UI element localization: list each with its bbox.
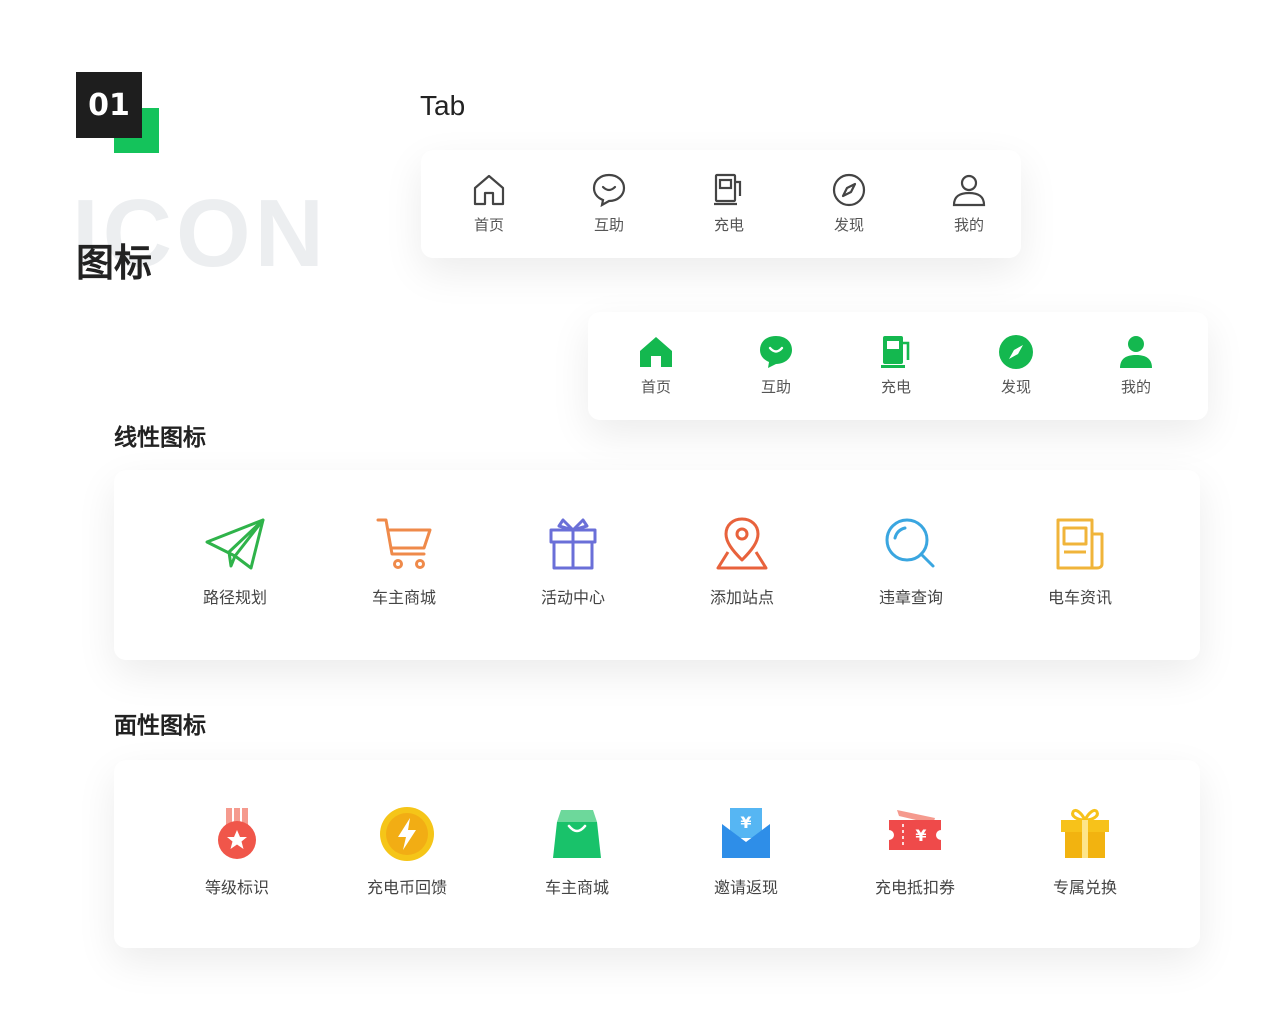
filled-item-coupon[interactable]: ¥ 充电抵扣券 bbox=[850, 806, 980, 898]
tab-label: 互助 bbox=[760, 378, 791, 396]
linear-item-route[interactable]: 路径规划 bbox=[170, 516, 300, 608]
tab-label: 充电 bbox=[713, 216, 744, 234]
tab-label: 发现 bbox=[1000, 378, 1031, 396]
item-label: 等级标识 bbox=[204, 878, 269, 897]
filled-icons-title: 面性图标 bbox=[114, 713, 206, 739]
linear-item-add-station[interactable]: 添加站点 bbox=[677, 516, 807, 608]
section-number: 01 bbox=[76, 72, 142, 138]
user-icon bbox=[952, 174, 986, 207]
medal-icon bbox=[218, 808, 256, 859]
filled-item-coin[interactable]: 充电币回馈 bbox=[342, 806, 472, 898]
tab-label: 充电 bbox=[880, 378, 911, 396]
home-icon bbox=[473, 174, 505, 206]
newspaper-icon bbox=[1056, 518, 1104, 570]
linear-icons-card: 路径规划 车主商城 活动中心 添加站点 违章查询 电车资讯 bbox=[114, 470, 1200, 660]
linear-icons-title: 线性图标 bbox=[114, 425, 206, 451]
fuel-pump-icon bbox=[714, 173, 742, 206]
tab-label: 首页 bbox=[473, 216, 504, 234]
yuan-envelope-icon: ¥ bbox=[722, 808, 770, 858]
item-label: 车主商城 bbox=[544, 878, 609, 897]
item-label: 充电币回馈 bbox=[366, 878, 447, 897]
item-label: 电车资讯 bbox=[1047, 588, 1112, 607]
svg-text:¥: ¥ bbox=[915, 826, 926, 845]
tab-profile[interactable]: 我的 bbox=[1096, 334, 1176, 397]
item-label: 专属兑换 bbox=[1052, 878, 1117, 897]
map-pin-icon bbox=[716, 517, 768, 570]
tab-help[interactable]: 互助 bbox=[736, 334, 816, 397]
tab-label: 我的 bbox=[1120, 378, 1151, 396]
search-icon bbox=[885, 518, 935, 568]
linear-item-shop[interactable]: 车主商城 bbox=[339, 516, 469, 608]
filled-item-invite[interactable]: ¥ 邀请返现 bbox=[681, 806, 811, 898]
item-label: 路径规划 bbox=[202, 588, 267, 607]
tab-label: 首页 bbox=[640, 378, 671, 396]
linear-item-news[interactable]: 电车资讯 bbox=[1015, 516, 1145, 608]
compass-icon bbox=[999, 335, 1033, 369]
filled-icons-card: 等级标识 充电币回馈 车主商城 ¥ 邀请返现 ¥ 充电抵扣券 专属兑换 bbox=[114, 760, 1200, 948]
chat-smile-icon bbox=[760, 336, 792, 368]
tab-charge[interactable]: 充电 bbox=[856, 334, 936, 397]
item-label: 邀请返现 bbox=[713, 878, 778, 897]
tab-label: 我的 bbox=[953, 216, 984, 234]
tab-heading: Tab bbox=[420, 90, 466, 121]
item-label: 违章查询 bbox=[878, 588, 943, 607]
gift-icon bbox=[549, 518, 597, 570]
linear-item-activity[interactable]: 活动中心 bbox=[508, 516, 638, 608]
tab-charge[interactable]: 充电 bbox=[689, 172, 769, 235]
compass-icon bbox=[832, 173, 866, 207]
tab-label: 互助 bbox=[593, 216, 624, 234]
tab-help[interactable]: 互助 bbox=[569, 172, 649, 235]
svg-text:¥: ¥ bbox=[740, 813, 751, 832]
linear-item-violation[interactable]: 违章查询 bbox=[846, 516, 976, 608]
item-label: 添加站点 bbox=[709, 588, 774, 607]
tab-home[interactable]: 首页 bbox=[449, 172, 529, 235]
filled-item-exchange[interactable]: 专属兑换 bbox=[1020, 806, 1150, 898]
tab-discover[interactable]: 发现 bbox=[809, 172, 889, 235]
filled-item-level[interactable]: 等级标识 bbox=[172, 806, 302, 898]
shopping-cart-icon bbox=[376, 518, 432, 569]
fuel-pump-icon bbox=[881, 336, 910, 368]
paper-plane-icon bbox=[205, 518, 265, 570]
filled-item-shop[interactable]: 车主商城 bbox=[512, 806, 642, 898]
tab-home[interactable]: 首页 bbox=[616, 334, 696, 397]
tab-label: 发现 bbox=[833, 216, 864, 234]
tab-profile[interactable]: 我的 bbox=[929, 172, 1009, 235]
yuan-ticket-icon: ¥ bbox=[889, 810, 941, 850]
lightning-coin-icon bbox=[380, 807, 434, 861]
item-label: 充电抵扣券 bbox=[874, 878, 955, 897]
home-icon bbox=[640, 337, 672, 367]
gift-box-icon bbox=[1061, 808, 1109, 858]
shopping-bag-icon bbox=[553, 810, 601, 858]
tab-discover[interactable]: 发现 bbox=[976, 334, 1056, 397]
tab-bar-outline: 首页 互助 充电 发现 我的 bbox=[421, 150, 1021, 258]
tab-bar-filled: 首页 互助 充电 发现 我的 bbox=[588, 312, 1208, 420]
item-label: 活动中心 bbox=[540, 588, 605, 607]
user-icon bbox=[1120, 336, 1152, 368]
item-label: 车主商城 bbox=[371, 588, 436, 607]
page-title: 图标 bbox=[76, 241, 153, 285]
chat-smile-icon bbox=[592, 173, 626, 208]
